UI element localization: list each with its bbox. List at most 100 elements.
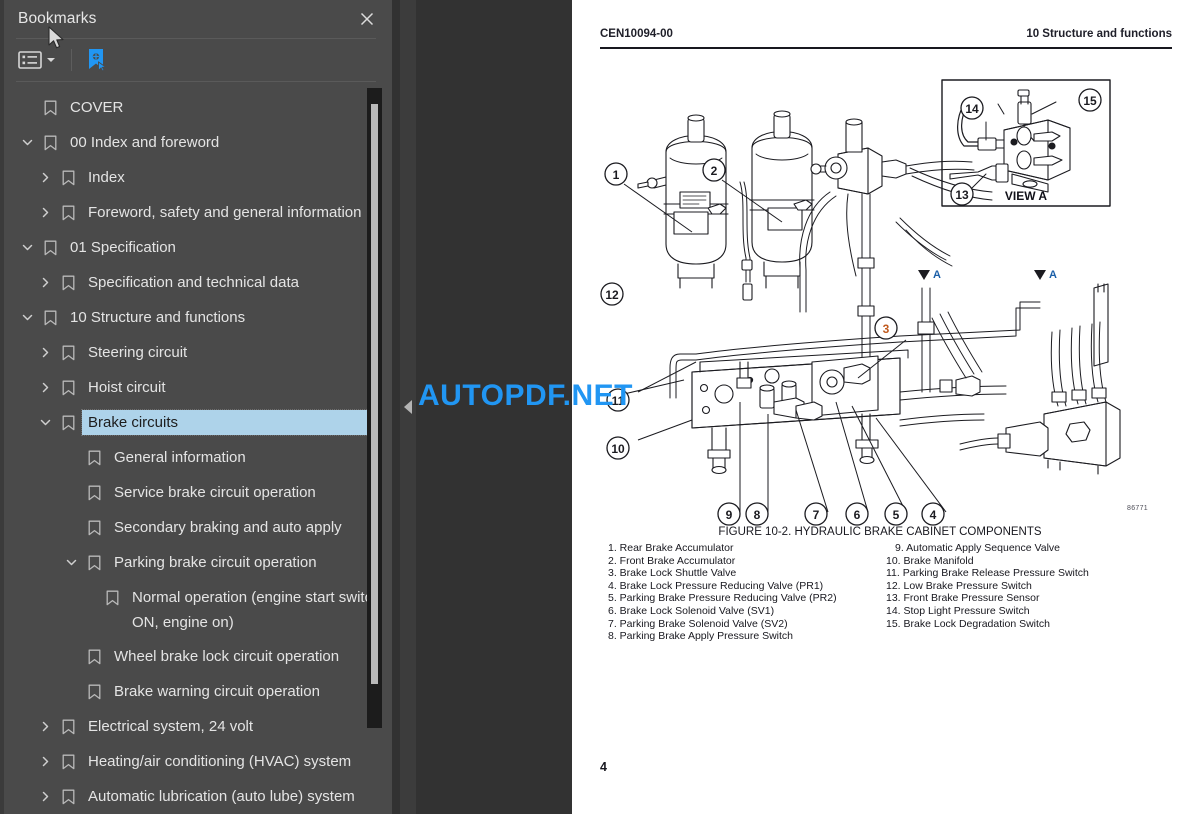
chapter-title: 10 Structure and functions — [1026, 28, 1172, 40]
legend-entry: 9. Automatic Apply Sequence Valve — [895, 542, 1060, 554]
technical-figure: A A VIEW A 1 2 3 4 5 6 7 8 9 10 11 14 15… — [600, 62, 1160, 527]
bookmark-item-label: 00 Index and foreword — [70, 134, 220, 151]
callout-6: 6 — [854, 508, 861, 522]
new-bookmark-icon[interactable] — [84, 45, 110, 75]
bookmark-icon — [56, 375, 80, 400]
bookmark-icon — [82, 644, 106, 669]
bookmark-item-label: Brake circuits — [81, 409, 373, 436]
chevron-right-icon[interactable] — [34, 200, 56, 225]
bookmark-item-label: 01 Specification — [70, 239, 176, 256]
bookmark-item-12[interactable]: Secondary braking and auto apply — [0, 510, 392, 545]
bookmark-item-10[interactable]: General information — [0, 440, 392, 475]
page-header: CEN10094-00 10 Structure and functions — [600, 28, 1172, 54]
chevron-right-icon[interactable] — [34, 714, 56, 739]
legend-entry: 15. Brake Lock Degradation Switch — [886, 617, 1051, 630]
bookmark-icon — [82, 550, 106, 575]
legend-entry: 10. Brake Manifold — [886, 554, 974, 567]
chevron-right-icon[interactable] — [34, 340, 56, 365]
bookmark-item-6[interactable]: 10 Structure and functions — [0, 300, 392, 335]
figure-legend: 1. Rear Brake Accumulator 2. Front Brake … — [608, 542, 1168, 643]
pdf-page[interactable]: CEN10094-00 10 Structure and functions A… — [572, 0, 1200, 814]
chevron-down-icon[interactable] — [47, 58, 55, 62]
mouse-cursor — [48, 26, 64, 49]
bookmark-icon — [56, 165, 80, 190]
chevron-right-icon[interactable] — [34, 165, 56, 190]
bookmark-icon — [56, 784, 80, 809]
legend-column-right: 9. Automatic Apply Sequence Valve 10. Bra… — [880, 542, 1152, 643]
collapse-left-arrow-icon[interactable] — [404, 400, 412, 414]
bookmark-item-8[interactable]: Hoist circuit — [0, 370, 392, 405]
bookmark-item-label: Heating/air conditioning (HVAC) system — [88, 753, 352, 770]
bookmark-icon — [38, 305, 62, 330]
figure-reference-id: 86771 — [1127, 505, 1148, 512]
chevron-right-icon[interactable] — [34, 270, 56, 295]
bookmark-item-15[interactable]: Wheel brake lock circuit operation — [0, 639, 392, 674]
bookmark-item-18[interactable]: Heating/air conditioning (HVAC) system — [0, 744, 392, 779]
legend-entry: 2. Front Brake Accumulator — [608, 554, 736, 567]
callout-2: 2 — [711, 164, 718, 178]
legend-entry: 12. Low Brake Pressure Switch — [886, 579, 1032, 592]
bookmark-item-label: Parking brake circuit operation — [114, 554, 317, 571]
bookmark-item-5[interactable]: Specification and technical data — [0, 265, 392, 300]
bookmark-item-label: Specification and technical data — [88, 274, 299, 291]
callout-13: 13 — [955, 188, 969, 202]
chevron-down-icon[interactable] — [34, 410, 56, 435]
bookmark-item-label: Wheel brake lock circuit operation — [114, 648, 340, 665]
sidebar-collapse-handle[interactable] — [400, 0, 416, 814]
bookmark-item-label: Automatic lubrication (auto lube) system — [88, 788, 355, 805]
bookmark-item-19[interactable]: Automatic lubrication (auto lube) system — [0, 779, 392, 814]
callout-14: 14 — [965, 102, 979, 116]
sidebar-scrollbar[interactable] — [367, 88, 382, 728]
callout-5: 5 — [893, 508, 900, 522]
bookmark-item-3[interactable]: Foreword, safety and general information — [0, 195, 392, 230]
bookmark-icon — [82, 480, 106, 505]
bookmark-item-0[interactable]: COVER — [0, 90, 392, 125]
close-icon[interactable] — [350, 4, 384, 34]
chevron-down-icon[interactable] — [16, 235, 38, 260]
bookmark-item-label: General information — [114, 449, 246, 466]
callout-10: 10 — [611, 442, 625, 456]
bookmark-item-label: Hoist circuit — [88, 379, 166, 396]
figure-caption: FIGURE 10-2. HYDRAULIC BRAKE CABINET COM… — [718, 526, 1042, 538]
bookmark-item-2[interactable]: Index — [0, 160, 392, 195]
bookmark-item-4[interactable]: 01 Specification — [0, 230, 392, 265]
callout-8: 8 — [754, 508, 761, 522]
chevron-down-icon[interactable] — [16, 130, 38, 155]
callout-4: 4 — [930, 508, 937, 522]
legend-entry: 5. Parking Brake Pressure Reducing Valve… — [608, 592, 837, 605]
bookmark-item-16[interactable]: Brake warning circuit operation — [0, 674, 392, 709]
bookmark-item-7[interactable]: Steering circuit — [0, 335, 392, 370]
bookmark-item-13[interactable]: Parking brake circuit operation — [0, 545, 392, 580]
chevron-down-icon[interactable] — [16, 305, 38, 330]
bookmark-icon — [56, 714, 80, 739]
bookmark-item-11[interactable]: Service brake circuit operation — [0, 475, 392, 510]
chevron-right-icon[interactable] — [34, 784, 56, 809]
chevron-right-icon[interactable] — [34, 375, 56, 400]
bookmark-item-14[interactable]: Normal operation (engine start switch ON… — [0, 580, 392, 639]
chevron-down-icon[interactable] — [60, 550, 82, 575]
hydraulic-brake-cabinet-drawing: A A VIEW A 1 2 3 4 5 6 7 8 9 10 11 14 15… — [600, 79, 1121, 526]
header-rule — [600, 47, 1172, 49]
bookmark-icon — [38, 130, 62, 155]
bookmark-item-17[interactable]: Electrical system, 24 volt — [0, 709, 392, 744]
bookmark-tree[interactable]: COVER 00 Index and foreword Index Foreword,… — [0, 82, 392, 814]
legend-entry: 13. Front Brake Pressure Sensor — [886, 592, 1040, 605]
callout-15: 15 — [1083, 94, 1097, 108]
bookmark-item-label: Brake warning circuit operation — [114, 683, 320, 700]
bookmark-icon — [56, 410, 80, 435]
sidebar-scrollbar-thumb[interactable] — [371, 104, 378, 684]
bookmark-item-9[interactable]: Brake circuits — [0, 405, 392, 440]
legend-entry: 4. Brake Lock Pressure Reducing Valve (P… — [608, 579, 824, 592]
callout-12: 12 — [605, 288, 619, 302]
bookmark-item-label: Foreword, safety and general information — [88, 204, 362, 221]
bookmark-item-1[interactable]: 00 Index and foreword — [0, 125, 392, 160]
callout-9: 9 — [726, 508, 733, 522]
chevron-right-icon[interactable] — [34, 749, 56, 774]
legend-column-left: 1. Rear Brake Accumulator 2. Front Brake … — [608, 542, 880, 643]
callout-3: 3 — [883, 322, 890, 336]
